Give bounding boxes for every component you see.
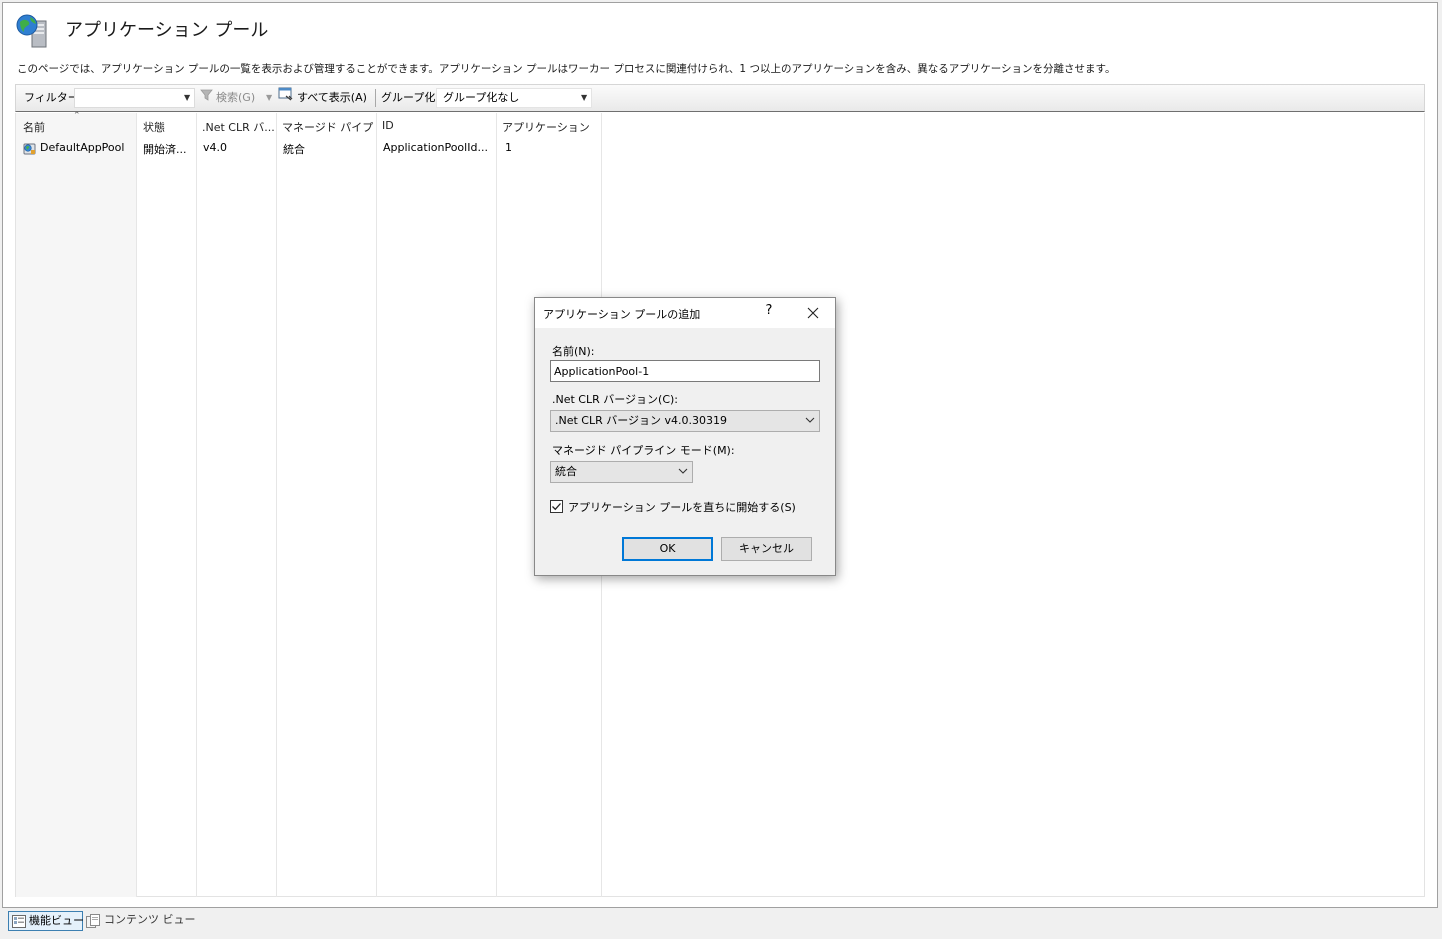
filter-toolbar: フィルター: ▼ 検索(G) ▼ すべて表示(A) グループ化: グループ化なし… — [15, 84, 1425, 112]
cell-applications: 1 — [505, 141, 512, 154]
column-header-status[interactable]: 状態 — [143, 119, 193, 133]
app-pools-icon — [15, 13, 51, 49]
group-by-dropdown-arrow[interactable]: ▼ — [581, 85, 587, 111]
tab-feature-view[interactable]: 機能ビュー — [8, 911, 84, 934]
column-divider — [496, 113, 497, 897]
filter-input[interactable] — [74, 88, 195, 108]
show-all-label: すべて表示(A) — [297, 91, 367, 104]
cancel-button[interactable]: キャンセル — [721, 537, 812, 561]
toolbar-separator — [375, 89, 376, 107]
column-divider — [196, 113, 197, 897]
column-divider — [136, 113, 137, 897]
show-all-button[interactable]: すべて表示(A) — [278, 85, 367, 111]
column-divider — [276, 113, 277, 897]
dialog-title: アプリケーション プールの追加 — [543, 308, 701, 321]
search-button[interactable]: 検索(G) — [200, 85, 255, 111]
column-header-identity[interactable]: ID — [382, 119, 492, 133]
checkmark-icon — [552, 503, 561, 511]
clr-version-select[interactable]: .Net CLR バージョン v4.0.30319 — [550, 410, 820, 432]
search-dropdown-arrow[interactable]: ▼ — [266, 85, 272, 111]
feature-view-icon — [12, 915, 26, 934]
cell-name: DefaultAppPool — [40, 141, 125, 154]
cell-clr-version: v4.0 — [203, 141, 228, 154]
column-header-pipeline-mode[interactable]: マネージド パイプ... — [282, 119, 374, 133]
help-button[interactable]: ? — [762, 303, 776, 321]
view-switcher: 機能ビュー コンテンツ ビュー — [0, 908, 1442, 939]
close-button[interactable] — [803, 303, 823, 323]
column-header-applications[interactable]: アプリケーション — [502, 119, 600, 133]
sorted-column-highlight — [16, 113, 136, 897]
start-immediately-label[interactable]: アプリケーション プールを直ちに開始する(S) — [568, 499, 796, 515]
column-divider — [376, 113, 377, 897]
content-view-icon — [86, 914, 101, 934]
pool-name-input[interactable] — [550, 360, 820, 382]
column-header-clr-version[interactable]: .Net CLR バ... — [202, 119, 274, 133]
cell-pipeline-mode: 統合 — [283, 143, 305, 156]
page-description: このページでは、アプリケーション プールの一覧を表示および管理することができます… — [17, 63, 1116, 75]
pipeline-mode-label: マネージド パイプライン モード(M): — [552, 444, 735, 457]
search-button-label: 検索(G) — [216, 91, 256, 104]
chevron-down-icon — [678, 468, 688, 474]
close-icon — [807, 307, 819, 319]
filter-funnel-icon — [200, 85, 213, 111]
start-immediately-checkbox[interactable] — [550, 500, 563, 513]
cell-status: 開始済... — [143, 143, 187, 156]
group-by-select[interactable]: グループ化なし — [436, 88, 592, 108]
name-label: 名前(N): — [552, 345, 595, 358]
clr-version-value: .Net CLR バージョン v4.0.30319 — [555, 414, 728, 427]
group-by-label: グループ化: — [381, 91, 440, 104]
filter-dropdown-arrow[interactable]: ▼ — [184, 85, 190, 111]
pipeline-mode-value: 統合 — [555, 465, 577, 478]
clr-version-label: .Net CLR バージョン(C): — [552, 393, 679, 406]
tab-content-view[interactable]: コンテンツ ビュー — [86, 911, 196, 931]
app-pool-icon — [22, 141, 37, 156]
column-header-name[interactable]: 名前 — [23, 119, 133, 133]
show-all-icon — [278, 85, 294, 111]
chevron-down-icon — [805, 417, 815, 423]
dialog-titlebar[interactable]: アプリケーション プールの追加 ? — [535, 298, 835, 328]
page-title: アプリケーション プール — [65, 20, 269, 41]
tab-content-view-label: コンテンツ ビュー — [104, 913, 196, 926]
pipeline-mode-select[interactable]: 統合 — [550, 461, 693, 483]
cell-identity: ApplicationPoolId... — [383, 141, 488, 154]
ok-button[interactable]: OK — [622, 537, 713, 561]
tab-feature-view-label: 機能ビュー — [29, 914, 84, 927]
add-app-pool-dialog: アプリケーション プールの追加 ? 名前(N): .Net CLR バージョン(… — [534, 297, 836, 576]
